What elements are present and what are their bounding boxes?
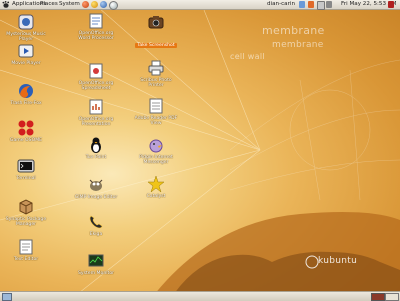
- desktop-icon-label: Adobe Reader PDF View: [134, 116, 178, 127]
- desktop-icon-pdf-viewer[interactable]: Adobe Reader PDF View: [133, 97, 179, 127]
- wallpaper-text-membrane-small: membrane: [272, 40, 324, 50]
- desktop-icon-ekiga[interactable]: Ekiga: [73, 213, 119, 237]
- desktop-icon-label: Pidgin Internet Messenger: [139, 155, 173, 166]
- volume-icon[interactable]: [326, 1, 332, 8]
- wallpaper-text-membrane: membrane: [262, 24, 325, 37]
- desktop-icon-system-monitor[interactable]: System Monitor: [73, 252, 119, 276]
- desktop-icon-music-player[interactable]: Mysterious Music Player: [3, 13, 49, 43]
- package-manager-icon: [19, 199, 33, 215]
- desktop-icon-label: System Monitor: [77, 271, 115, 276]
- desktop-icon-tux-paint[interactable]: Tux Paint: [73, 136, 119, 160]
- desktop-icon-label: OpenOffice.org Presentation: [78, 117, 114, 128]
- web-browser-launcher-icon[interactable]: [82, 1, 89, 8]
- movie-player-icon: [18, 44, 34, 58]
- desktop-icon-firefox[interactable]: Trash Fire-Fox: [3, 82, 49, 106]
- desktop-icon-terminal[interactable]: Terminal: [3, 157, 49, 181]
- shutdown-icon[interactable]: [388, 1, 394, 8]
- presentation-icon: [89, 99, 103, 115]
- gnome-foot-icon[interactable]: [2, 1, 10, 8]
- desktop-icon-label: Text Editor: [13, 257, 39, 262]
- gimp-icon: [89, 179, 103, 191]
- word-processor-icon: [89, 13, 103, 29]
- desktop-icon-word-processor[interactable]: OpenOffice.org Word Processor: [73, 12, 119, 42]
- camera-icon: [148, 16, 164, 29]
- printer-icon: [148, 60, 164, 76]
- desktop-icon-label: OpenOffice.org Word Processor: [78, 31, 114, 42]
- game-icon: [18, 120, 34, 136]
- music-player-icon: [18, 14, 34, 30]
- desktop-icon-label: Synaptic Package Manager: [5, 217, 47, 228]
- desktop-icon-movie-player[interactable]: Movie Player: [3, 42, 49, 66]
- network-icon[interactable]: [299, 1, 305, 8]
- desktop-icon-label: Trash Fire-Fox: [10, 101, 42, 106]
- desktop-icon-synaptic[interactable]: Synaptic Package Manager: [3, 198, 49, 228]
- desktop-icon-label: Ekiga: [89, 232, 103, 237]
- desktop-icon-label: Catalyst: [146, 194, 166, 199]
- desktop-icon-game[interactable]: Game OSOME: [3, 119, 49, 143]
- desktop-icon-label: Terminal: [16, 176, 36, 181]
- spreadsheet-icon: [89, 63, 103, 79]
- text-editor-icon: [19, 239, 33, 255]
- catalyst-icon: [147, 175, 165, 193]
- messenger-icon: [149, 139, 163, 153]
- desktop-icon-label: GIMP Image Editor: [74, 195, 118, 200]
- tux-icon: [91, 137, 101, 153]
- top-panel: Applications Places System dian-carin Fr…: [0, 0, 400, 10]
- desktop-icon-text-editor[interactable]: Text Editor: [3, 238, 49, 262]
- desktop-icon-catalyst[interactable]: Catalyst: [133, 175, 179, 199]
- clock-launcher-icon[interactable]: [109, 1, 118, 10]
- system-menu[interactable]: System: [59, 0, 80, 9]
- desktop-icon-label: Take Screenshot: [135, 43, 177, 49]
- terminal-icon: [17, 159, 35, 173]
- phone-icon: [89, 215, 103, 229]
- pdf-icon: [149, 98, 163, 114]
- desktop-icon-label: OpenOffice.org Spreadsheet: [78, 81, 114, 92]
- wallpaper: [0, 0, 400, 300]
- desktop-icon-take-screenshot[interactable]: Take Screenshot: [133, 13, 179, 50]
- firefox-icon: [19, 84, 33, 98]
- kubuntu-logo-text: kubuntu: [318, 256, 358, 266]
- user-name[interactable]: dian-carin: [267, 0, 295, 9]
- desktop-icon-label: Tux Paint: [85, 155, 107, 160]
- desktop-icon-presentation[interactable]: OpenOffice.org Presentation: [73, 98, 119, 128]
- desktop-icon-photo-printer[interactable]: Scribus Photo Printer: [133, 59, 179, 89]
- wallpaper-grid: [229, 59, 400, 201]
- desktop-icon-gimp[interactable]: GIMP Image Editor: [73, 176, 119, 200]
- help-launcher-icon[interactable]: [100, 1, 107, 8]
- wallpaper-text-cell-wall: cell wall: [230, 52, 265, 61]
- system-monitor-icon: [88, 254, 104, 267]
- desktop-icon-pidgin[interactable]: Pidgin Internet Messenger: [133, 136, 179, 166]
- desktop-icon-spreadsheet[interactable]: OpenOffice.org Spreadsheet: [73, 62, 119, 92]
- mail-icon[interactable]: [317, 1, 325, 10]
- desktop-icon-label: Movie Player: [11, 61, 41, 66]
- update-notifier-icon[interactable]: [308, 1, 314, 8]
- desktop-icon-label: Scribus Photo Printer: [140, 78, 172, 89]
- places-menu[interactable]: Places: [40, 0, 58, 9]
- email-launcher-icon[interactable]: [91, 1, 98, 8]
- desktop-icon-label: Game OSOME: [9, 138, 43, 143]
- desktop[interactable]: membrane membrane cell wall kubuntu Myst…: [0, 0, 400, 300]
